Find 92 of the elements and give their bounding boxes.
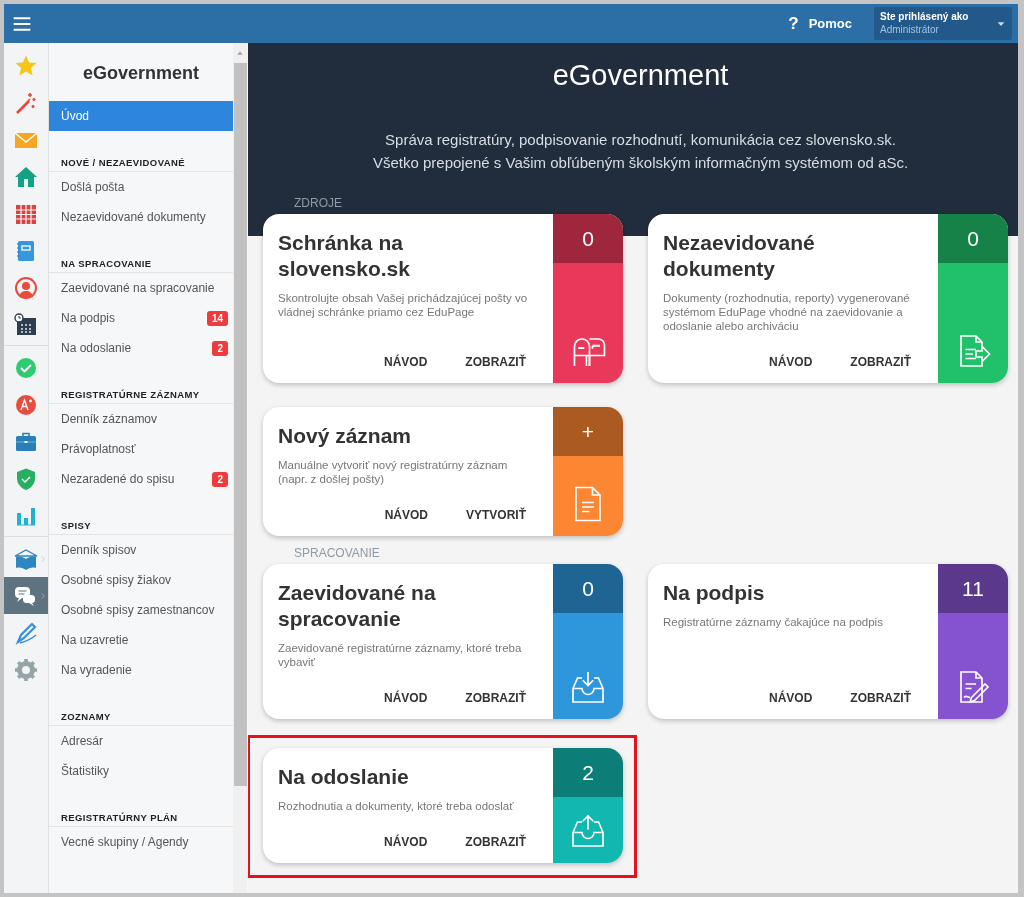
card-action-link[interactable]: NÁVOD [384, 691, 428, 705]
card-action-link[interactable]: NÁVOD [384, 355, 428, 369]
sidebar-item[interactable]: Nezaevidované dokumenty [49, 202, 233, 232]
count-badge: 2 [212, 340, 228, 356]
person-icon[interactable] [14, 275, 38, 300]
card-action-link[interactable]: VYTVORIŤ [466, 508, 526, 522]
settings-icon[interactable] [14, 657, 38, 682]
card-action-link[interactable]: ZOBRAZIŤ [850, 355, 911, 369]
sidebar-item[interactable]: Na podpis 14 [49, 303, 233, 333]
sidebar-item[interactable]: Právoplatnosť [49, 434, 233, 464]
count-label: + [553, 407, 623, 456]
magic-wand-icon[interactable] [14, 90, 38, 115]
pen-icon[interactable] [14, 620, 38, 645]
house-icon[interactable] [14, 164, 38, 189]
card-action-link[interactable]: NÁVOD [769, 355, 813, 369]
count-label: 2 [553, 748, 623, 797]
sidebar-item[interactable]: Úvod [49, 101, 233, 131]
item-label: Došlá pošta [61, 180, 125, 194]
check-circle-icon[interactable] [14, 355, 38, 380]
card-title: Nový záznam [278, 423, 413, 449]
card-description: Manuálne vytvoriť nový registratúrny záznam (napr. z došlej pošty) [278, 458, 509, 486]
card-action-link[interactable]: NÁVOD [769, 691, 813, 705]
page-title: eGovernment [551, 58, 730, 93]
chevron-icon [39, 553, 47, 564]
item-label: Štatistiky [61, 764, 109, 778]
item-label: Na odoslanie [61, 341, 132, 355]
sidebar-item[interactable]: Zaevidované na spracovanie [49, 273, 233, 303]
help-label[interactable]: Pomoc [808, 16, 852, 31]
chevron-icon [39, 590, 47, 601]
item-label: Na podpis [61, 311, 116, 325]
sidebar-item[interactable]: Nezaradené do spisu 2 [49, 464, 233, 494]
sidebar-item[interactable]: Denník záznamov [49, 404, 233, 434]
calendar-clock-icon[interactable] [14, 312, 38, 337]
subtitle-text: Správa registratúry, podpisovanie rozhodnutí, komunikácia cez slovensko.sk. [384, 130, 897, 150]
count-badge: 2 [212, 471, 228, 487]
sidebar-item[interactable]: Došlá pošta [49, 172, 233, 202]
sidebar-item[interactable]: Na odoslanie 2 [49, 333, 233, 363]
sidebar-title: eGovernment [81, 62, 200, 85]
card-action-link[interactable]: ZOBRAZIŤ [465, 835, 526, 849]
scroll-up-icon[interactable] [235, 49, 245, 57]
card-title: Zaevidované na spracovanie [278, 580, 437, 632]
sidebar-item[interactable]: Štatistiky [49, 756, 233, 786]
card-title: Nezaevidované dokumenty [663, 230, 816, 282]
item-label: Nezaevidované dokumenty [61, 210, 206, 224]
item-label: Denník záznamov [61, 412, 158, 426]
rail-button[interactable] [4, 577, 48, 614]
card-action-link[interactable]: ZOBRAZIŤ [465, 355, 526, 369]
card-title: Na podpis [663, 580, 766, 606]
card-title: Schránka na slovensko.sk [278, 230, 411, 282]
help-link[interactable]: ? Pomoc [788, 13, 852, 34]
card-description: Skontrolujte obsah Vašej prichádzajúcej pošty vo vládnej schránke priamo cez EduPage [278, 291, 529, 320]
sidebar-item[interactable]: Adresár [49, 726, 233, 756]
count-badge: 14 [206, 310, 228, 326]
inbox-download-icon [570, 669, 606, 705]
item-label: Na uzavretie [61, 633, 129, 647]
sidebar-item[interactable]: Na uzavretie [49, 625, 233, 655]
sidebar-item[interactable]: Vecné skupiny / Agendy [49, 827, 233, 857]
inbox-upload-icon [570, 813, 606, 849]
item-label: Osobné spisy žiakov [61, 573, 172, 587]
section-label: SPRACOVANIE [293, 545, 381, 562]
item-label: Osobné spisy zamestnancov [61, 603, 215, 617]
sidebar-item[interactable]: Osobné spisy zamestnancov [49, 595, 233, 625]
card-action-link[interactable]: ZOBRAZIŤ [465, 691, 526, 705]
count-label: 0 [938, 214, 1008, 263]
item-label: Na vyradenie [61, 663, 132, 677]
sidebar-item[interactable]: Osobné spisy žiakov [49, 565, 233, 595]
count-label: 0 [553, 214, 623, 263]
subtitle-text: Všetko prepojené s Vašim obľúbeným školským informačným systémom od aSc. [371, 153, 910, 173]
user-dropdown[interactable]: Ste prihlásený ako Administrátor [874, 7, 1012, 40]
count-label: 0 [553, 564, 623, 613]
card-description: Zaevidované registratúrne záznamy, ktoré treba vybaviť [278, 641, 523, 669]
item-label: Adresár [61, 734, 104, 748]
shield-check-icon[interactable] [14, 466, 38, 491]
item-label: Zaevidované na spracovanie [61, 281, 215, 295]
item-label: Nezaradené do spisu [61, 472, 175, 486]
card-action-link[interactable]: NÁVOD [384, 835, 428, 849]
card-action-link[interactable]: NÁVOD [384, 508, 428, 522]
count-label: 11 [938, 564, 1008, 613]
card-action-link[interactable]: ZOBRAZIŤ [850, 691, 911, 705]
card-description: Registratúrne záznamy čakajúce na podpis [663, 615, 884, 630]
letter-a-icon[interactable] [14, 392, 38, 417]
item-label: Vecné skupiny / Agendy [61, 835, 189, 849]
card-description: Dokumenty (rozhodnutia, reporty) vygenerované systémom EduPage vhodné na zaevidovanie a odoslanie alebo archiváciu [663, 291, 911, 333]
card-title: Na odoslanie [278, 764, 410, 790]
section-label: ZDROJE [293, 195, 343, 212]
item-label: Denník spisov [61, 543, 137, 557]
help-icon[interactable]: ? [788, 13, 799, 34]
sidebar-item[interactable]: Denník spisov [49, 535, 233, 565]
sidebar-item[interactable]: Na vyradenie [49, 655, 233, 685]
book-icon[interactable] [14, 546, 38, 571]
card-description: Rozhodnutia a dokumenty, ktoré treba odoslať [278, 799, 515, 813]
item-label: Právoplatnosť [61, 442, 136, 456]
